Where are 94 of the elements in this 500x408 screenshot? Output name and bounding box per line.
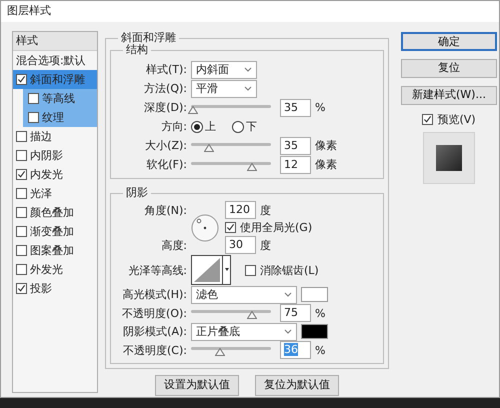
slider[interactable] xyxy=(191,307,271,320)
sidebar-item[interactable]: 混合选项:默认 xyxy=(13,51,97,70)
preview-thumbnail xyxy=(423,132,475,184)
group-title: 斜面和浮雕 xyxy=(120,32,177,44)
unit-label: % xyxy=(315,306,326,320)
sidebar-item[interactable]: 投影 xyxy=(13,279,97,298)
sidebar-item[interactable]: 内发光 xyxy=(13,165,97,184)
field-label: 角度(N): xyxy=(143,204,187,217)
dropdown[interactable]: 平滑 xyxy=(191,80,257,98)
unit-label: % xyxy=(315,344,326,357)
caret-icon xyxy=(284,328,292,335)
checkbox[interactable] xyxy=(245,264,256,276)
group-title: 阴影 xyxy=(125,187,149,200)
sidebar-item[interactable]: 内阴影 xyxy=(13,146,97,165)
field-label: 深度(D): xyxy=(143,101,187,114)
unit-label: 像素 xyxy=(315,139,337,152)
dialog-button[interactable]: 复位 xyxy=(401,59,497,78)
field-label: 样式(T): xyxy=(144,63,187,76)
radio-option[interactable]: 上 xyxy=(191,120,216,134)
group-title: 结构 xyxy=(125,44,149,56)
checkbox[interactable] xyxy=(16,226,27,237)
checkbox-label: 使用全局光(G) xyxy=(240,221,312,234)
slider-thumb[interactable] xyxy=(214,348,225,356)
field-label: 阴影模式(A): xyxy=(122,325,187,338)
slider-thumb[interactable] xyxy=(188,106,198,114)
field-label: 方法(Q): xyxy=(143,82,187,96)
checkbox[interactable] xyxy=(16,131,27,142)
number-field[interactable]: 12 xyxy=(280,156,311,174)
sidebar-item[interactable]: 等高线 xyxy=(23,89,97,108)
checkbox[interactable] xyxy=(16,283,27,294)
contour-picker[interactable] xyxy=(191,255,231,286)
field-label: 软化(F): xyxy=(145,158,187,172)
sidebar-item[interactable]: 外发光 xyxy=(13,260,97,279)
sidebar-item[interactable]: 描边 xyxy=(13,127,97,146)
sidebar-item[interactable]: 纹理 xyxy=(23,108,97,127)
number-field[interactable]: 35 xyxy=(280,98,311,117)
slider[interactable] xyxy=(191,344,271,356)
field-label: 大小(Z): xyxy=(144,139,187,152)
caret-icon xyxy=(244,66,252,73)
default-button[interactable]: 复位为默认值 xyxy=(255,375,339,396)
sidebar-item[interactable]: 渐变叠加 xyxy=(13,222,97,241)
number-field[interactable]: 30 xyxy=(225,236,256,254)
color-swatch[interactable] xyxy=(301,324,328,340)
checkbox[interactable] xyxy=(28,112,39,123)
dropdown[interactable]: 滤色 xyxy=(191,286,297,304)
checkbox[interactable] xyxy=(16,264,27,275)
checkbox[interactable] xyxy=(16,74,27,85)
slider-thumb[interactable] xyxy=(246,311,257,320)
checkbox[interactable] xyxy=(28,93,39,104)
dropdown[interactable]: 内斜面 xyxy=(191,60,257,79)
checkbox-label: 消除锯齿(L) xyxy=(260,264,319,278)
checkbox[interactable] xyxy=(16,207,27,218)
sidebar-item[interactable]: 斜面和浮雕 xyxy=(13,70,97,89)
sidebar-item[interactable]: 图案叠加 xyxy=(13,241,97,260)
checkbox[interactable] xyxy=(422,114,434,126)
field-value: 75 xyxy=(284,306,298,320)
slider-thumb[interactable] xyxy=(204,144,214,152)
field-label: 高光模式(H): xyxy=(121,288,187,302)
field-label: 高度: xyxy=(160,238,187,252)
radio-option[interactable]: 下 xyxy=(232,120,257,134)
field-label: 光泽等高线: xyxy=(127,264,187,278)
field-label: 不透明度(O): xyxy=(121,306,187,320)
checkbox[interactable] xyxy=(16,245,27,256)
unit-label: % xyxy=(315,101,326,114)
checkbox[interactable] xyxy=(16,188,27,199)
caret-icon xyxy=(284,292,292,298)
caret-icon xyxy=(244,86,252,92)
field-value: 36 xyxy=(284,343,298,356)
angle-dial[interactable] xyxy=(191,214,219,242)
slider-thumb[interactable] xyxy=(246,162,257,171)
dropdown[interactable]: 正片叠底 xyxy=(191,322,297,341)
unit-label: 度 xyxy=(260,204,271,217)
default-button[interactable]: 设置为默认值 xyxy=(155,375,239,396)
number-field[interactable]: 75 xyxy=(280,304,311,322)
sidebar-item[interactable]: 颜色叠加 xyxy=(13,203,97,222)
list-header: 样式 xyxy=(13,32,97,51)
number-field[interactable]: 35 xyxy=(280,136,311,155)
field-value: 35 xyxy=(284,100,298,114)
window-title: 图层样式 xyxy=(1,1,499,22)
unit-label: 度 xyxy=(260,238,271,252)
checkbox-label: 预览(V) xyxy=(437,113,476,126)
checkbox[interactable] xyxy=(16,169,27,180)
field-value: 35 xyxy=(284,138,298,152)
checkbox[interactable] xyxy=(16,150,27,161)
color-swatch[interactable] xyxy=(301,287,328,302)
field-label: 方向: xyxy=(160,120,187,134)
field-value: 12 xyxy=(284,158,298,171)
unit-label: 像素 xyxy=(315,158,337,172)
number-field[interactable]: 120 xyxy=(225,201,256,220)
field-label: 不透明度(C): xyxy=(122,344,187,357)
dialog-button[interactable]: 新建样式(W)... xyxy=(401,86,497,105)
dialog-button[interactable]: 确定 xyxy=(401,32,497,51)
sidebar-item[interactable]: 光泽 xyxy=(13,184,97,203)
checkbox[interactable] xyxy=(225,222,236,234)
